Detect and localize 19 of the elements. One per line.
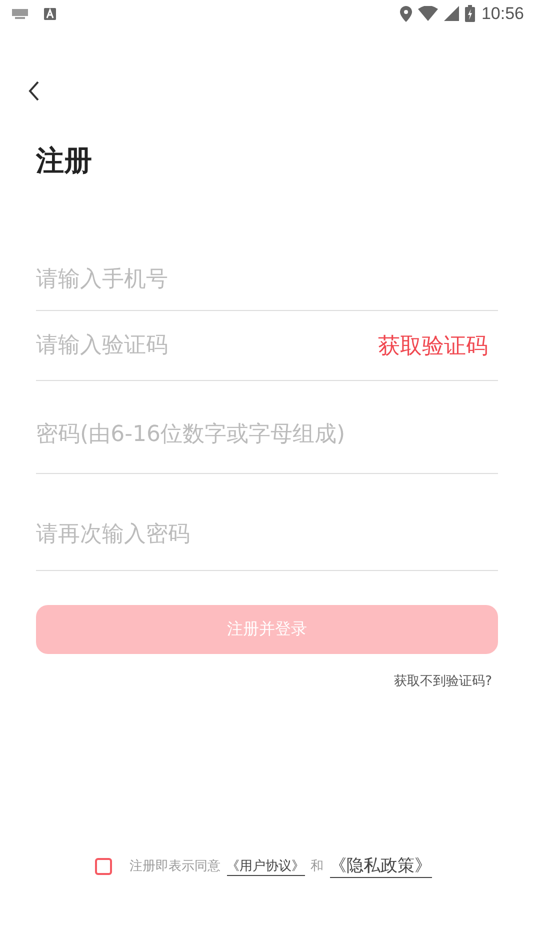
privacy-policy-link[interactable]: 《隐私政策》	[330, 854, 432, 878]
agree-checkbox[interactable]	[94, 858, 112, 874]
input-field[interactable]: 密码(由6-16位数字或字母组成)	[36, 422, 498, 446]
user-agreement-link[interactable]: 《用户协议》	[226, 856, 304, 876]
input-field[interactable]: 请输入手机号	[36, 267, 498, 292]
get-code-button[interactable]: 获取验证码	[378, 330, 498, 360]
clock-time: 10:56	[481, 4, 524, 24]
font-icon	[44, 8, 56, 20]
keyboard-icon	[12, 8, 28, 18]
joiner-text: 和	[310, 858, 324, 875]
page-title: 注册	[36, 143, 92, 179]
agreement-text: 注册即表示同意	[130, 858, 220, 875]
help-link[interactable]: 获取不到验证码?	[394, 672, 492, 690]
input-field[interactable]: 请输入验证码	[36, 333, 378, 358]
input-field[interactable]: 请再次输入密码	[36, 522, 498, 546]
location-icon	[400, 6, 412, 22]
battery-icon	[465, 5, 476, 22]
signal-icon	[444, 6, 460, 21]
wifi-icon	[418, 6, 438, 21]
